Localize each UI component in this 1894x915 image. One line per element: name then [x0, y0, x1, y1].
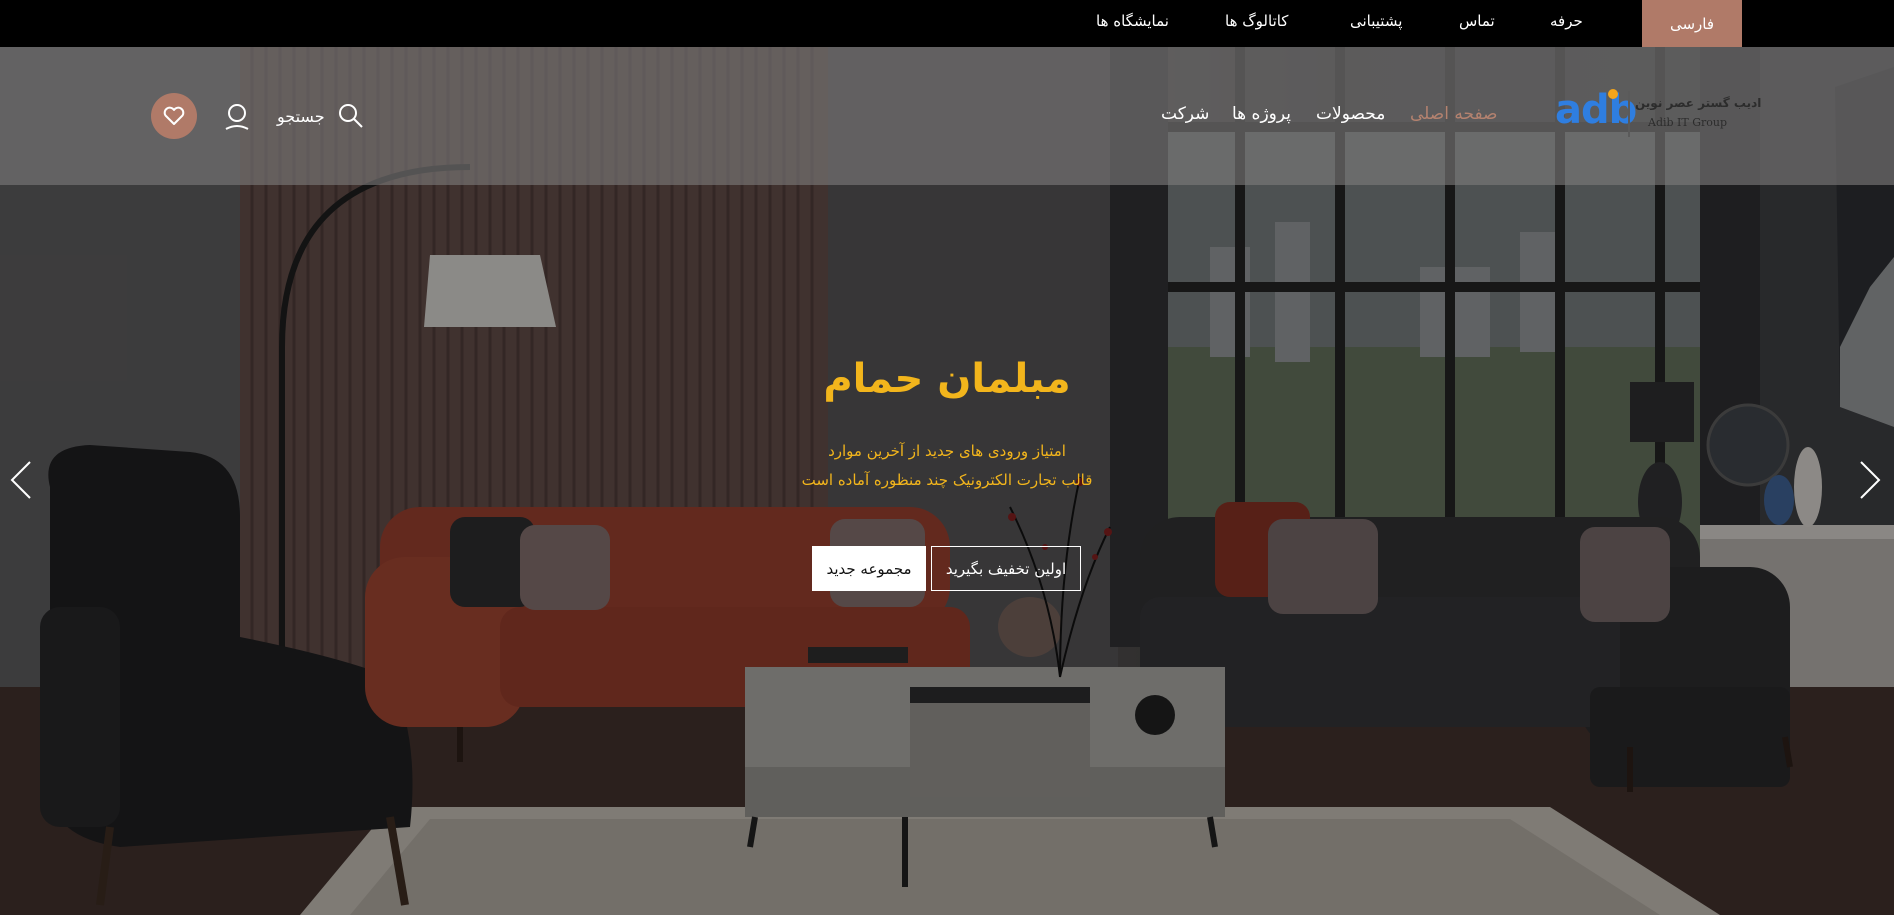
top-link-contact[interactable]: تماس: [1459, 12, 1495, 30]
new-collection-button[interactable]: مجموعه جدید: [812, 546, 926, 591]
hero-title: مبلمان حمام: [823, 356, 1071, 402]
search-icon: [338, 104, 363, 128]
logo-name-en: Adib IT Group: [1648, 116, 1728, 129]
get-discount-button[interactable]: اولین تخفیف بگیرید: [931, 546, 1081, 591]
site-logo[interactable]: adb ادیب گستر عصر نوین Adib IT Group: [1555, 86, 1761, 142]
search-button[interactable]: جستجو: [277, 100, 365, 132]
nav-link-projects[interactable]: پروژه ها: [1232, 104, 1291, 124]
language-selector[interactable]: فارسی: [1642, 0, 1742, 47]
top-link-exhibitions[interactable]: نمایشگاه ها: [1096, 12, 1169, 30]
logo-name-fa: ادیب گستر عصر نوین: [1635, 96, 1762, 110]
top-utility-bar: فارسی حرفه تماس پشتیبانی کاتالوگ ها نمای…: [0, 0, 1894, 47]
chevron-right-icon[interactable]: [1857, 458, 1883, 502]
heart-icon: [163, 106, 185, 125]
nav-link-company[interactable]: شرکت: [1161, 104, 1209, 124]
search-label: جستجو: [277, 106, 325, 126]
wishlist-button[interactable]: [151, 93, 197, 139]
hero-subtitle-line2: قالب تجارت الکترونیک چند منظوره آماده اس…: [801, 471, 1093, 489]
top-link-support[interactable]: پشتیبانی: [1350, 12, 1402, 30]
top-link-catalogs[interactable]: کاتالوگ ها: [1225, 12, 1288, 30]
hero-subtitle-line1: امتیاز ورودی های جدید از آخرین موارد: [828, 442, 1066, 460]
chevron-left-icon[interactable]: [8, 458, 34, 502]
logo-dot: [1608, 89, 1618, 99]
user-icon[interactable]: [224, 103, 250, 131]
logo-divider: [1628, 91, 1630, 137]
nav-link-products[interactable]: محصولات: [1316, 104, 1385, 124]
top-link-profession[interactable]: حرفه: [1550, 12, 1583, 30]
logo-mark: adb: [1555, 87, 1637, 133]
nav-link-home[interactable]: صفحه اصلی: [1410, 104, 1497, 124]
